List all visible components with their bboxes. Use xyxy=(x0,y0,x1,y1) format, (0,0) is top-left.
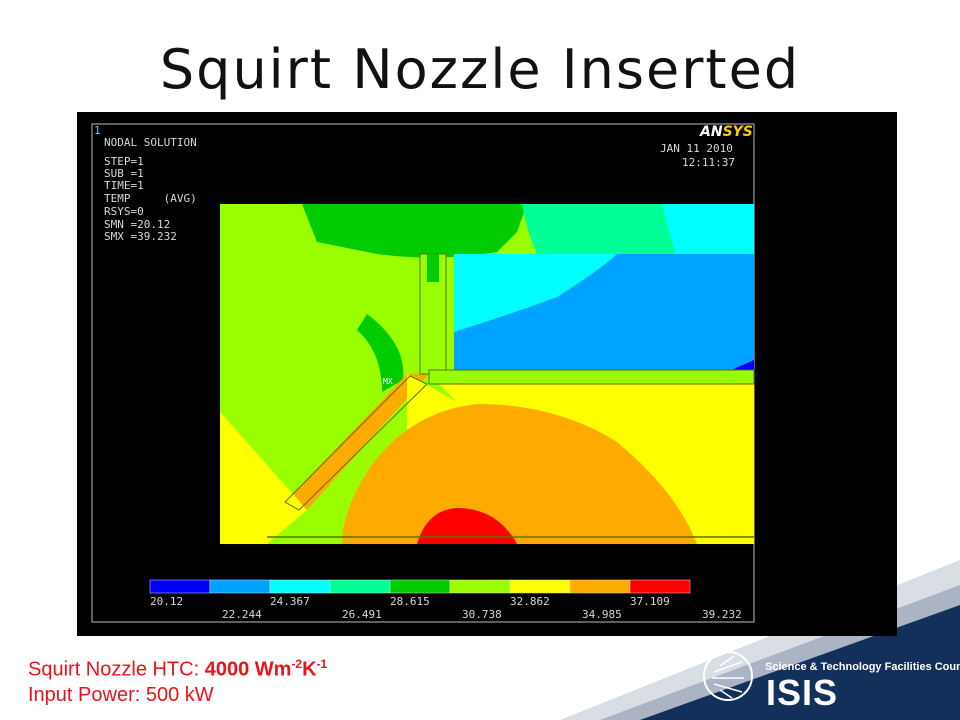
legend-bottom-label: 39.232 xyxy=(702,608,742,621)
isis-logo-text: ISIS xyxy=(766,672,839,713)
header-line: TIME=1 xyxy=(104,179,144,192)
legend-bottom-label: 22.244 xyxy=(222,608,262,621)
header-line: SMX =39.232 xyxy=(104,230,177,243)
input-power-line: Input Power: 500 kW xyxy=(28,684,214,706)
header-line: RSYS=0 xyxy=(104,205,144,218)
slide-title: Squirt Nozzle Inserted xyxy=(159,38,801,101)
plot-date: JAN 11 2010 xyxy=(660,142,733,155)
stfc-sunburst-logo-icon xyxy=(703,651,753,701)
temperature-contour-plot: 1 NODAL SOLUTION STEP=1 SUB =1 TIME=1 TE… xyxy=(91,123,755,623)
contour-map xyxy=(220,204,755,544)
legend-swatch xyxy=(509,579,571,594)
legend-bottom-label: 26.491 xyxy=(342,608,382,621)
htc-info-line: Squirt Nozzle HTC: 4000 Wm-2K-1 xyxy=(28,657,327,682)
legend-top-label: 32.862 xyxy=(510,595,550,608)
htc-unit: K xyxy=(302,658,317,681)
htc-label: Squirt Nozzle HTC: xyxy=(28,658,205,681)
legend-top-label: 37.109 xyxy=(630,595,670,608)
htc-exponent-1: -2 xyxy=(291,657,303,671)
max-marker: MX xyxy=(383,377,393,386)
legend-swatch xyxy=(629,579,691,594)
legend-swatch xyxy=(329,579,391,594)
legend-swatch xyxy=(449,579,511,594)
solution-header: NODAL SOLUTION STEP=1 SUB =1 TIME=1 TEMP… xyxy=(104,136,197,243)
legend-swatch xyxy=(149,579,211,594)
plot-time: 12:11:37 xyxy=(682,156,735,169)
legend-swatch xyxy=(209,579,271,594)
window-number: 1 xyxy=(94,124,101,137)
legend-top-label: 28.615 xyxy=(390,595,430,608)
legend-bottom-labels: 22.244 26.491 30.738 34.985 39.232 xyxy=(222,608,742,621)
ansys-brand: ANSYS xyxy=(699,124,753,140)
htc-value: 4000 Wm xyxy=(204,658,292,681)
legend-top-label: 20.12 xyxy=(150,595,183,608)
legend-top-labels: 20.12 24.367 28.615 32.862 37.109 xyxy=(150,595,670,608)
header-line: TEMP (AVG) xyxy=(104,192,197,205)
htc-exponent-2: -1 xyxy=(316,657,328,671)
legend-bottom-label: 30.738 xyxy=(462,608,502,621)
header-line: NODAL SOLUTION xyxy=(104,136,197,149)
legend-color-bar xyxy=(149,579,691,594)
legend-bottom-label: 34.985 xyxy=(582,608,622,621)
ansys-plot-panel: 1 NODAL SOLUTION STEP=1 SUB =1 TIME=1 TE… xyxy=(77,112,897,636)
legend-swatch xyxy=(389,579,451,594)
legend-swatch xyxy=(269,579,331,594)
legend-top-label: 24.367 xyxy=(270,595,310,608)
legend-swatch xyxy=(569,579,631,594)
